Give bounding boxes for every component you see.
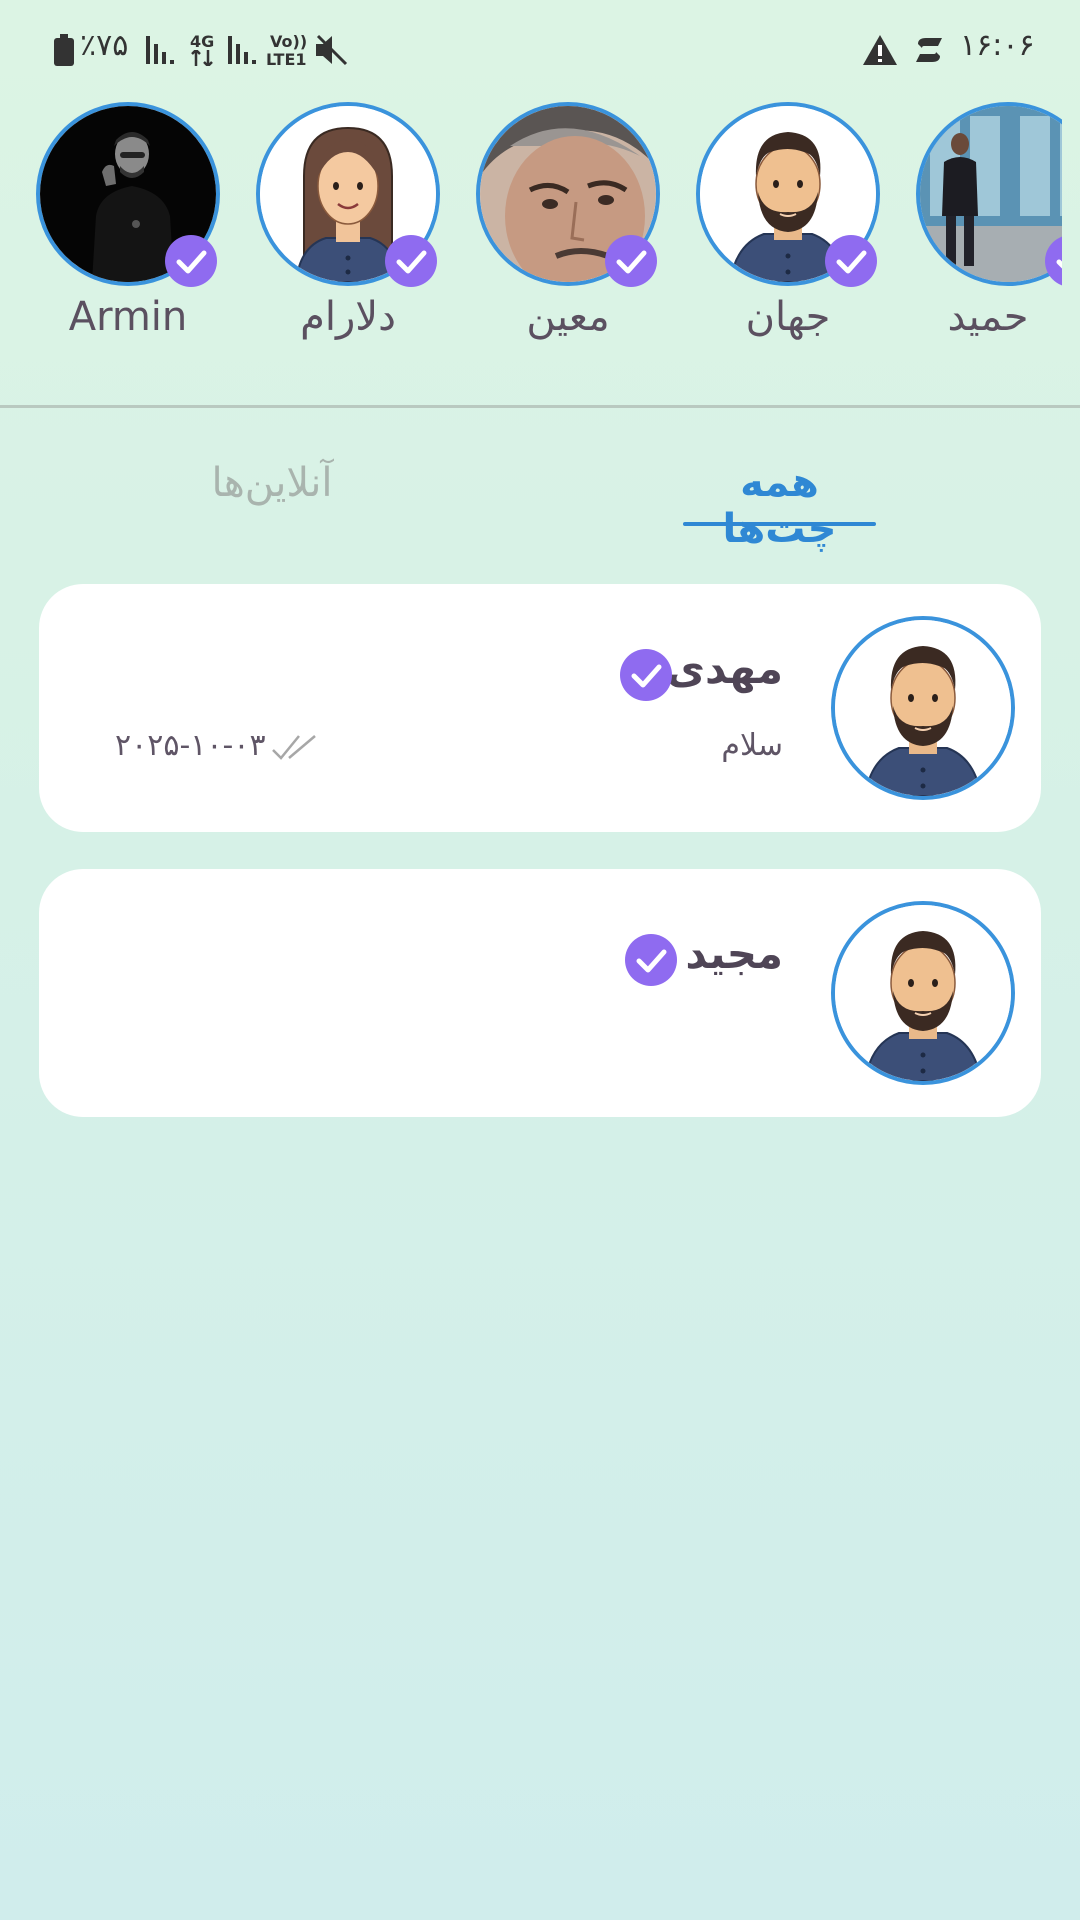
chat-last-message: سلام	[721, 728, 783, 763]
story-name: حمید	[947, 294, 1029, 340]
signal-icon-2	[228, 36, 256, 64]
story-armin[interactable]: Armin	[36, 102, 220, 362]
verified-badge-icon	[165, 235, 217, 287]
active-tab-indicator	[683, 522, 876, 526]
lte-label: LTE1	[266, 50, 307, 69]
battery-icon	[54, 34, 74, 66]
story-name: دلارام	[300, 294, 396, 340]
story-name: جهان	[745, 294, 831, 340]
tab-online[interactable]: آنلاین‌ها	[196, 460, 348, 506]
avatar-cartoon-man	[835, 620, 1011, 796]
avatar-cartoon-man	[835, 905, 1011, 1081]
data-saver-icon	[916, 38, 942, 62]
stories-divider	[0, 405, 1080, 408]
story-name: معین	[526, 294, 610, 340]
tab-all-chats[interactable]: همه چت‌ها	[683, 460, 876, 552]
verified-badge-icon	[1045, 236, 1062, 286]
mute-icon	[316, 34, 348, 66]
data-arrows-icon	[191, 50, 213, 66]
chat-name: مهدی	[666, 644, 783, 693]
chat-name: مجید	[685, 929, 783, 978]
story-jahan[interactable]: جهان	[696, 102, 880, 362]
battery-percent: ٪۷۵	[80, 28, 129, 63]
chat-avatar	[831, 901, 1015, 1085]
warning-icon	[863, 35, 897, 65]
chat-date: ۲۰۲۵-۱۰-۰۳	[115, 728, 266, 763]
story-hamid[interactable]: حمید	[916, 102, 1062, 362]
volte-label: Vo))	[270, 32, 308, 51]
chat-item-majid[interactable]: مجید	[39, 869, 1041, 1117]
verified-badge-icon	[605, 235, 657, 287]
status-bar: ٪۷۵ 4G Vo)) LTE1 ۱۶:۰۶	[0, 0, 1080, 100]
status-time: ۱۶:۰۶	[960, 28, 1035, 63]
verified-badge-icon	[625, 934, 677, 986]
chat-avatar	[831, 616, 1015, 800]
verified-badge-icon	[385, 235, 437, 287]
chat-item-mahdi[interactable]: مهدی سلام ۲۰۲۵-۱۰-۰۳	[39, 584, 1041, 832]
story-clip: حمید	[900, 102, 1062, 372]
verified-badge-icon	[825, 235, 877, 287]
story-name: Armin	[68, 294, 188, 340]
story-delaram[interactable]: دلارام	[256, 102, 440, 362]
story-moein[interactable]: معین	[476, 102, 660, 362]
network-type: 4G	[190, 32, 215, 51]
double-check-icon	[272, 735, 316, 760]
story-avatar	[916, 102, 1062, 286]
signal-icon	[146, 36, 174, 64]
avatar-photo-outdoor	[920, 106, 1062, 282]
verified-badge-icon	[620, 649, 672, 701]
